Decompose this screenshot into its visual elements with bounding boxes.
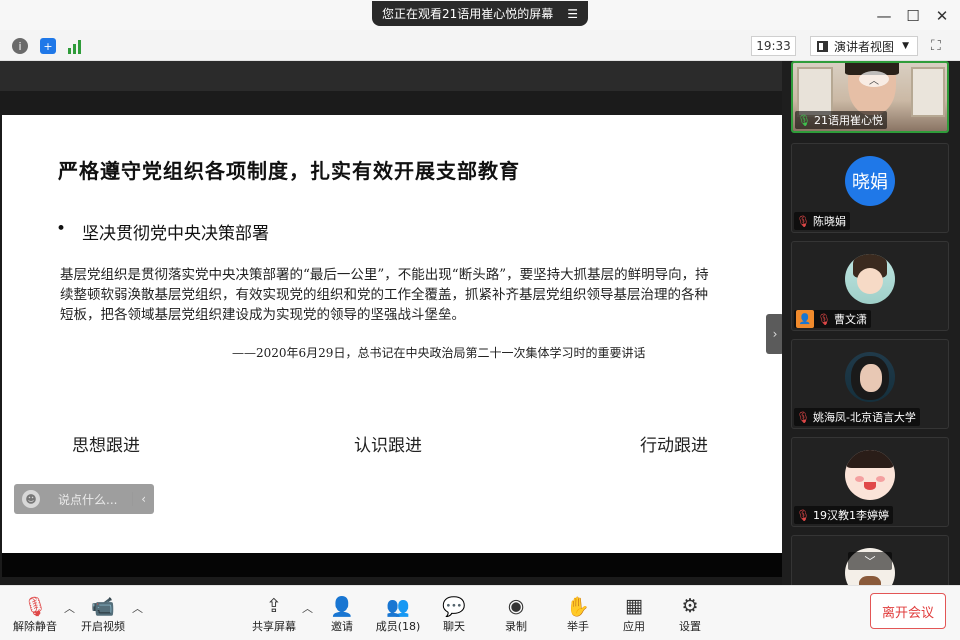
collapse-chat-icon[interactable]: ‹ bbox=[132, 492, 146, 506]
microphone-muted-icon: 🎙 bbox=[796, 508, 810, 522]
layout-icon bbox=[817, 40, 828, 52]
slide-bullet-text: 坚决贯彻党中央决策部署 bbox=[82, 224, 270, 244]
participant-tile[interactable]: 晓娟 🎙 陈晓娟 bbox=[791, 143, 949, 233]
avatar: 晓娟 bbox=[845, 156, 895, 206]
record-icon: ◉ bbox=[507, 595, 525, 617]
apps-label: 应用 bbox=[623, 620, 645, 633]
participant-tile[interactable]: 🎙 19汉教1李婷婷 bbox=[791, 437, 949, 527]
host-user-icon: 👤 bbox=[796, 310, 814, 328]
emoji-icon[interactable]: ☻ bbox=[22, 490, 40, 508]
fullscreen-icon[interactable]: ⛶ bbox=[931, 38, 947, 54]
invite-button[interactable]: 👤 邀请 bbox=[326, 594, 358, 638]
participant-tile[interactable]: ﹀ bbox=[791, 535, 949, 585]
avatar bbox=[845, 352, 895, 402]
view-mode-dropdown[interactable]: 演讲者视图 ▼ bbox=[810, 36, 918, 56]
participant-name: 陈晓娟 bbox=[812, 215, 846, 228]
screen-top-strip bbox=[0, 61, 782, 91]
menu-icon[interactable]: ☰ bbox=[567, 7, 578, 21]
microphone-muted-icon: 🎙 bbox=[817, 312, 831, 326]
participant-tile[interactable]: 👤 🎙 曹文潇 bbox=[791, 241, 949, 331]
avatar bbox=[845, 450, 895, 500]
chat-placeholder: 说点什么... bbox=[58, 492, 118, 507]
participant-label: 👤 🎙 曹文潇 bbox=[794, 310, 871, 328]
share-screen-button[interactable]: ⇪ 共享屏幕 bbox=[250, 594, 298, 638]
microphone-muted-icon: 🎙 bbox=[796, 214, 810, 228]
share-notice-text: 您正在观看21语用崔心悦的屏幕 bbox=[381, 7, 554, 21]
meeting-timer: 19:33 bbox=[751, 36, 796, 56]
slide-footer-item: 认识跟进 bbox=[354, 436, 422, 456]
microphone-muted-icon: 🎙 bbox=[796, 410, 810, 424]
settings-label: 设置 bbox=[679, 620, 701, 633]
close-icon[interactable]: ✕ bbox=[932, 6, 952, 26]
apps-button[interactable]: ▦ 应用 bbox=[618, 594, 650, 638]
record-button[interactable]: ◉ 录制 bbox=[500, 594, 532, 638]
slide-footer-item: 行动跟进 bbox=[640, 436, 708, 456]
share-screen-label: 共享屏幕 bbox=[252, 620, 296, 633]
participant-name: 21语用崔心悦 bbox=[813, 114, 883, 127]
chevron-down-icon: ▼ bbox=[902, 41, 909, 51]
chat-quick-input[interactable]: ☻ 说点什么... ‹ bbox=[14, 484, 154, 514]
chevron-right-icon: › bbox=[772, 327, 778, 341]
unmute-label: 解除静音 bbox=[13, 620, 57, 633]
chevron-up-icon[interactable]: ︿ bbox=[859, 71, 889, 87]
microphone-muted-icon: 🎙 bbox=[22, 595, 48, 618]
screen-bottom-strip bbox=[2, 553, 782, 577]
participant-label: 🎙 21语用崔心悦 bbox=[795, 111, 887, 129]
gear-icon: ⚙ bbox=[681, 595, 699, 617]
slide-footer-item: 思想跟进 bbox=[72, 436, 140, 456]
hand-icon: ✋ bbox=[566, 595, 590, 618]
share-screen-icon: ⇪ bbox=[266, 595, 282, 617]
participant-name: 姚海凤-北京语言大学 bbox=[812, 411, 916, 424]
unmute-button[interactable]: 🎙 解除静音 bbox=[12, 594, 58, 638]
maximize-icon[interactable]: ☐ bbox=[903, 6, 923, 26]
chat-label: 聊天 bbox=[443, 620, 465, 633]
members-label: 成员(18) bbox=[375, 620, 421, 633]
add-user-icon: 👤 bbox=[330, 595, 354, 618]
record-label: 录制 bbox=[505, 620, 527, 633]
slide-bullet: • 坚决贯彻党中央决策部署 bbox=[56, 219, 269, 244]
microphone-on-icon: 🎙 bbox=[797, 113, 811, 127]
title-bar: 您正在观看21语用崔心悦的屏幕 ☰ — ☐ ✕ bbox=[0, 0, 960, 30]
slide-paragraph: 基层党组织是贯彻落实党中央决策部署的“最后一公里”，不能出现“断头路”，要坚持大… bbox=[60, 267, 709, 323]
scroll-down-icon[interactable]: ﹀ bbox=[848, 552, 892, 570]
raise-hand-label: 举手 bbox=[567, 620, 589, 633]
apps-grid-icon: ▦ bbox=[625, 595, 643, 617]
audio-options-chevron-icon[interactable]: ︿ bbox=[64, 600, 75, 616]
participant-label: 🎙 陈晓娟 bbox=[794, 212, 850, 230]
participant-label: 🎙 姚海凤-北京语言大学 bbox=[794, 408, 920, 426]
view-mode-label: 演讲者视图 bbox=[834, 39, 895, 54]
meeting-info-bar: i + 19:33 演讲者视图 ▼ ⛶ bbox=[0, 30, 960, 61]
bullet-dot-icon: • bbox=[56, 219, 67, 239]
invite-label: 邀请 bbox=[331, 620, 353, 633]
network-signal-icon[interactable] bbox=[68, 38, 84, 54]
members-button[interactable]: 👥 成员(18) bbox=[374, 594, 422, 638]
video-options-chevron-icon[interactable]: ︿ bbox=[132, 600, 143, 616]
avatar bbox=[845, 254, 895, 304]
start-video-label: 开启视频 bbox=[81, 620, 125, 633]
meeting-toolbar: 🎙 解除静音 ︿ 📹 开启视频 ︿ ⇪ 共享屏幕 ︿ 👤 邀请 👥 成员(18)… bbox=[0, 585, 960, 640]
participant-tile[interactable]: 🎙 姚海凤-北京语言大学 bbox=[791, 339, 949, 429]
leave-meeting-button[interactable]: 离开会议 bbox=[870, 593, 946, 629]
participant-tile[interactable]: ︿ 🎙 21语用崔心悦 bbox=[791, 61, 949, 133]
share-options-chevron-icon[interactable]: ︿ bbox=[302, 600, 313, 616]
slide-quote: ——2020年6月29日，总书记在中央政治局第二十一次集体学习时的重要讲话 bbox=[232, 346, 646, 360]
participant-name: 19汉教1李婷婷 bbox=[812, 509, 889, 522]
settings-button[interactable]: ⚙ 设置 bbox=[674, 594, 706, 638]
raise-hand-button[interactable]: ✋ 举手 bbox=[562, 594, 594, 638]
minimize-icon[interactable]: — bbox=[874, 6, 894, 26]
info-icon[interactable]: i bbox=[12, 38, 28, 54]
start-video-button[interactable]: 📹 开启视频 bbox=[80, 594, 126, 638]
chat-icon: 💬 bbox=[442, 595, 466, 618]
members-icon: 👥 bbox=[386, 595, 410, 618]
slide-title: 严格遵守党组织各项制度，扎实有效开展支部教育 bbox=[58, 159, 520, 183]
security-shield-icon[interactable]: + bbox=[40, 38, 56, 54]
screen-share-notice[interactable]: 您正在观看21语用崔心悦的屏幕 ☰ bbox=[372, 1, 588, 26]
participant-panel[interactable]: ︿ 🎙 21语用崔心悦 晓娟 🎙 陈晓娟 👤 🎙 曹文潇 🎙 姚海凤-北京语言大… bbox=[782, 61, 960, 585]
chat-button[interactable]: 💬 聊天 bbox=[438, 594, 470, 638]
video-off-icon: 📹 bbox=[91, 595, 115, 618]
participant-label: 🎙 19汉教1李婷婷 bbox=[794, 506, 893, 524]
participant-name: 曹文潇 bbox=[833, 313, 867, 326]
